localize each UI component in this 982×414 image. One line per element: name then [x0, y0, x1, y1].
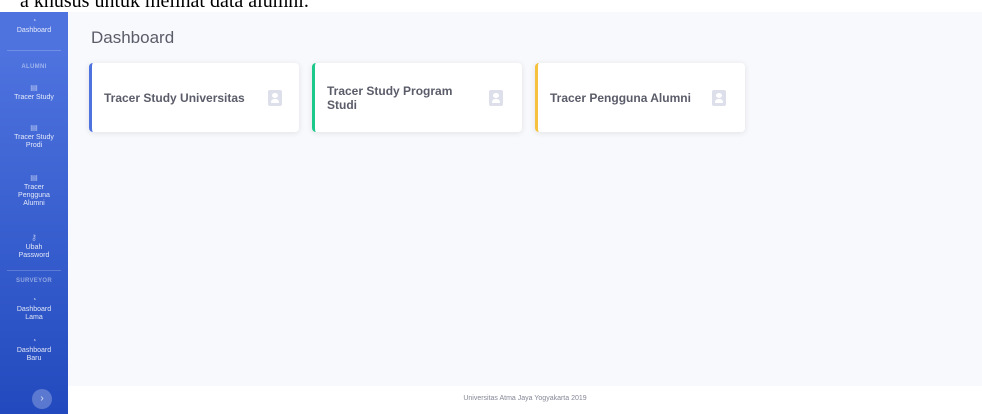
main-content: Dashboard Tracer Study Universitas Trace…	[68, 12, 982, 414]
card-title: Tracer Pengguna Alumni	[550, 90, 691, 105]
sidebar-item-tracer-pengguna-alumni[interactable]: ▤ Tracer Pengguna Alumni	[8, 174, 60, 208]
card-tracer-study-program-studi[interactable]: Tracer Study Program Studi	[312, 63, 522, 132]
sidebar-item-tracer-study-prodi[interactable]: ▤ Tracer Study Prodi	[6, 124, 62, 150]
sidebar-heading-surveyor: SURVEYOR	[16, 278, 52, 284]
document-text: a khusus untuk melihat data alumni.	[20, 0, 309, 12]
tachometer-icon: ◔	[31, 16, 37, 25]
sidebar-item-tracer-study[interactable]: ▤ Tracer Study	[0, 84, 68, 102]
footer: Universitas Atma Jaya Yogyakarta 2019	[68, 386, 982, 414]
card-title: Tracer Study Program Studi	[327, 83, 453, 112]
card-tracer-pengguna-alumni[interactable]: Tracer Pengguna Alumni	[535, 63, 745, 132]
sidebar-item-label: Dashboard Baru	[16, 347, 52, 362]
id-card-icon	[489, 89, 503, 106]
id-card-icon: ▤	[30, 83, 38, 92]
tachometer-icon: ◔	[31, 295, 37, 304]
sidebar-item-label: Dashboard Lama	[16, 306, 52, 321]
page-title: Dashboard	[91, 28, 175, 47]
sidebar-item-ubah-password[interactable]: ⚷ Ubah Password	[10, 234, 58, 260]
key-icon: ⚷	[31, 233, 37, 242]
id-card-icon: ▤	[30, 173, 38, 182]
sidebar-heading-alumni: ALUMNI	[21, 64, 47, 70]
sidebar-item-label: Tracer Study Prodi	[14, 134, 54, 149]
sidebar: ◔ Dashboard ALUMNI ▤ Tracer Study ▤ Trac…	[0, 12, 68, 414]
sidebar-item-label: Tracer Study	[14, 94, 54, 101]
id-card-icon	[268, 89, 282, 106]
document-text-fragment: a khusus untuk melihat data alumni.	[0, 0, 982, 12]
sidebar-item-label: Ubah Password	[18, 244, 50, 259]
sidebar-brand-dashboard[interactable]: ◔ Dashboard	[0, 17, 68, 35]
sidebar-brand-label: Dashboard	[16, 27, 52, 34]
id-card-icon	[712, 89, 726, 106]
sidebar-item-dashboard-baru[interactable]: ◔ Dashboard Baru	[10, 337, 58, 363]
tachometer-icon: ◔	[31, 336, 37, 345]
footer-copyright: Universitas Atma Jaya Yogyakarta 2019	[463, 395, 587, 402]
card-tracer-study-universitas[interactable]: Tracer Study Universitas	[89, 63, 299, 132]
sidebar-item-label: Tracer Pengguna Alumni	[18, 184, 50, 207]
chevron-right-icon: ›	[40, 393, 44, 404]
sidebar-divider	[7, 270, 61, 271]
sidebar-toggle-button[interactable]: ›	[32, 389, 52, 409]
card-title: Tracer Study Universitas	[104, 90, 245, 105]
id-card-icon: ▤	[30, 123, 38, 132]
sidebar-item-dashboard-lama[interactable]: ◔ Dashboard Lama	[10, 296, 58, 322]
sidebar-divider	[7, 50, 61, 51]
